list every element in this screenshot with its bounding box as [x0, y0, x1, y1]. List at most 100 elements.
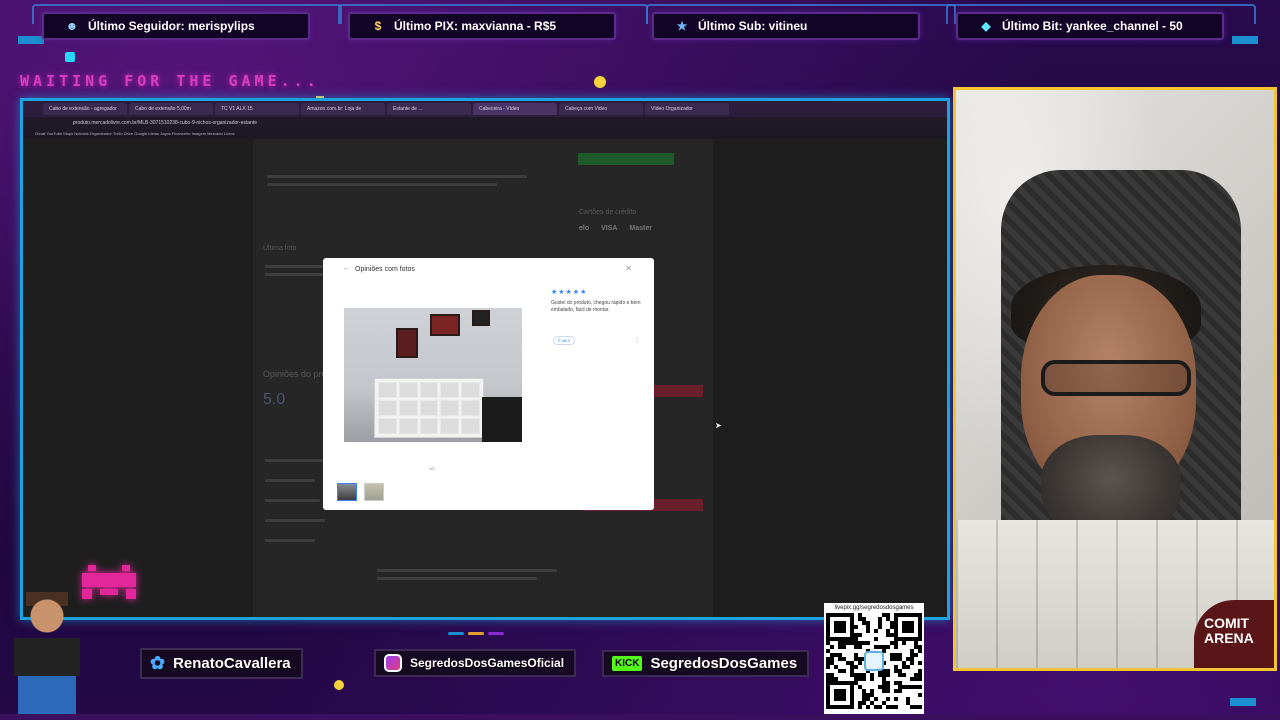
alert-last-bit: ◆ Último Bit: yankee_channel - 50 [956, 12, 1224, 40]
browser-tab[interactable]: Estante de ... [387, 103, 471, 115]
qr-module [894, 705, 898, 709]
browser-tab[interactable]: Vídeo Organizador [645, 103, 729, 115]
review-photo[interactable] [344, 308, 522, 442]
qr-label: livepix.gg/segredosdosgames [834, 605, 914, 611]
photo-reviews-modal: ← Opiniões com fotos ✕ ★★★★★ Gostei do p… [323, 258, 654, 510]
pixel-decoration [594, 76, 606, 88]
decorative-bar [488, 632, 504, 635]
pixel-decoration [334, 680, 344, 690]
gem-icon: ◆ [981, 19, 991, 33]
text-placeholder [265, 519, 325, 522]
social-twitter[interactable]: ✿ RenatoCavallera [140, 647, 303, 679]
card-brand: VISA [601, 225, 618, 232]
qr-module [910, 629, 914, 633]
shirt-print: COMIT ARENA [1194, 600, 1274, 668]
close-icon[interactable]: ✕ [625, 264, 632, 273]
qr-module [886, 697, 890, 701]
qr-module [850, 705, 854, 709]
alert-label: Último Bit: yankee_channel - 50 [1002, 19, 1183, 33]
corner-decoration [18, 36, 44, 44]
qr-module [906, 665, 910, 669]
twitter-icon: ✿ [150, 652, 166, 673]
corner-decoration [1230, 698, 1256, 706]
waiting-text: WAITING FOR THE GAME... [20, 72, 320, 90]
social-handle: SegredosDosGamesOficial [410, 656, 565, 670]
corner-decoration [1232, 36, 1258, 44]
qr-module [858, 661, 862, 665]
browser-tab[interactable]: Cabo de extensão 5,00m [129, 103, 213, 115]
back-arrow-icon[interactable]: ← [343, 265, 350, 272]
qr-module [854, 625, 858, 629]
alert-label: Último PIX: maxvianna - R$5 [394, 19, 557, 33]
qr-module [918, 661, 922, 665]
text-placeholder [377, 569, 557, 572]
user-icon: ☻ [65, 19, 79, 33]
decorative-bars [448, 632, 504, 635]
qr-module [826, 665, 830, 669]
modal-title: Opiniões com fotos [355, 266, 415, 273]
text-placeholder [265, 539, 315, 542]
card-brand: Master [629, 225, 652, 232]
buy-button[interactable] [578, 153, 674, 165]
qr-module [874, 637, 878, 641]
photo-counter: 1/2 [429, 466, 435, 471]
qr-code [826, 613, 922, 709]
browser-tab[interactable]: Cabeça com Video [559, 103, 643, 115]
decorative-bar [468, 632, 484, 635]
pixel-decoration [65, 52, 75, 62]
qr-module [878, 705, 882, 709]
qr-module [902, 673, 906, 677]
qr-module [858, 705, 862, 709]
qr-module [874, 697, 878, 701]
qr-module [854, 665, 858, 669]
qr-module [894, 645, 898, 649]
photo-thumbnail[interactable] [364, 483, 384, 501]
qr-module [866, 641, 870, 645]
section-title: Última foto [263, 245, 297, 252]
alert-last-pix: $ Último PIX: maxvianna - R$5 [348, 12, 616, 40]
qr-module [842, 645, 846, 649]
qr-module [898, 689, 902, 693]
alert-last-sub: ★ Último Sub: vitineu [652, 12, 920, 40]
kick-icon: KICK [612, 655, 643, 671]
social-handle: SegredosDosGames [650, 654, 798, 672]
text-placeholder [377, 577, 537, 580]
browser-tab[interactable]: Amazon.com.br: Loja de [301, 103, 385, 115]
qr-module [914, 653, 918, 657]
rating-value: 5.0 [263, 391, 286, 408]
card-brand: elo [579, 225, 590, 232]
address-bar[interactable]: produto.mercadolivre.com.br/MLB-30715102… [23, 117, 947, 129]
qr-module [878, 625, 882, 629]
qr-module [842, 697, 846, 701]
photo-thumbnail[interactable] [337, 483, 357, 501]
qr-module [886, 689, 890, 693]
browser-tab-active[interactable]: Cabeceira - Vídeo [473, 103, 557, 115]
qr-module [918, 705, 922, 709]
qr-module [918, 637, 922, 641]
browser-tab[interactable]: Cabo de extensão - agregador [43, 103, 127, 115]
text-placeholder [265, 459, 325, 462]
helpful-button[interactable]: É útil 0 [553, 336, 576, 345]
bookmarks-bar[interactable]: Gmail YouTube Maps Notícias Organizador … [23, 129, 947, 139]
qr-module [918, 677, 922, 681]
livepix-qr: livepix.gg/segredosdosgames [824, 603, 924, 717]
space-invader-decoration [82, 565, 136, 601]
qr-module [886, 673, 890, 677]
qr-module [858, 633, 862, 637]
social-instagram[interactable]: SegredosDosGamesOficial [374, 649, 577, 677]
more-options-icon[interactable]: ⋮ [634, 337, 640, 344]
cube-shelf [374, 378, 484, 438]
review-text: Gostei do produto, chegou rápido e bem e… [551, 300, 641, 313]
alert-label: Último Seguidor: merispylips [88, 19, 255, 33]
qr-module [918, 685, 922, 689]
chair [482, 397, 522, 442]
qr-module [874, 629, 878, 633]
text-placeholder [265, 499, 320, 502]
qr-module [842, 629, 846, 633]
qr-module [842, 669, 846, 673]
webcam-feed: COMIT ARENA [953, 87, 1277, 671]
browser-tab[interactable]: TC V1 ALX 15 [215, 103, 299, 115]
qr-module [862, 677, 866, 681]
card-brands: elo VISA Master [579, 225, 662, 232]
social-kick[interactable]: KICK SegredosDosGames [602, 649, 810, 677]
